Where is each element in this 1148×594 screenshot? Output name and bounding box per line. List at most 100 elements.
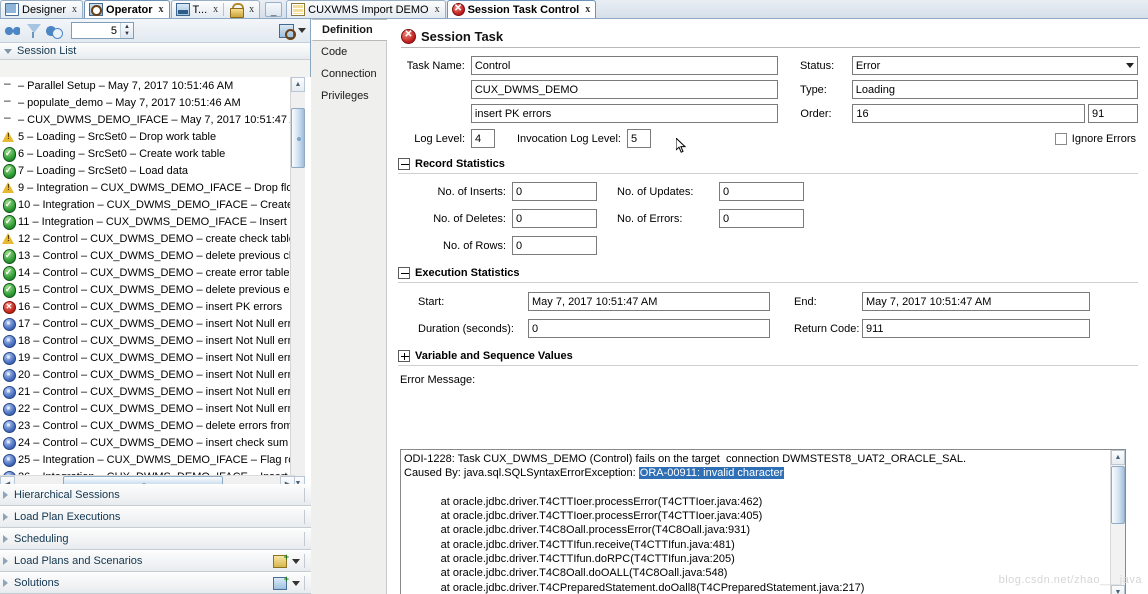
session-list-item[interactable]: 6 – Loading – SrcSet0 – Create work tabl… — [0, 145, 295, 162]
variable-sequence-header[interactable]: Variable and Sequence Values — [398, 350, 1148, 362]
accordion-load-plans-and-scenarios[interactable]: Load Plans and Scenarios — [0, 550, 311, 572]
errors-input[interactable] — [719, 209, 804, 228]
session-list-item[interactable]: 16 – Control – CUX_DWMS_DEMO – insert PK… — [0, 298, 295, 315]
expand-triangle-icon[interactable] — [3, 557, 8, 565]
scroll-down-icon[interactable]: ▼ — [1111, 585, 1125, 594]
expand-triangle-icon[interactable] — [3, 513, 8, 521]
session-list-item[interactable]: 23 – Control – CUX_DWMS_DEMO – delete er… — [0, 417, 295, 434]
minimize-button[interactable]: _ — [265, 2, 283, 17]
error-message-box[interactable]: ODI-1228: Task CUX_DWMS_DEMO (Control) f… — [400, 449, 1126, 594]
session-list-item[interactable]: 20 – Control – CUX_DWMS_DEMO – insert No… — [0, 366, 295, 383]
status-input[interactable] — [852, 59, 1122, 72]
stepper-arrows[interactable]: ▲ ▼ — [120, 23, 133, 38]
duration-input[interactable] — [528, 319, 770, 338]
session-list-item[interactable]: 17 – Control – CUX_DWMS_DEMO – insert No… — [0, 315, 295, 332]
inserts-input[interactable] — [512, 182, 597, 201]
auto-refresh-icon[interactable] — [46, 22, 64, 40]
refresh-interval-stepper[interactable]: ▲ ▼ — [71, 22, 134, 39]
stepper-down-icon[interactable]: ▼ — [121, 31, 133, 39]
accordion-solutions[interactable]: Solutions — [0, 572, 311, 594]
start-input[interactable] — [528, 292, 770, 311]
execution-statistics-header[interactable]: Execution Statistics — [398, 267, 1148, 279]
deletes-input[interactable] — [512, 209, 597, 228]
updates-input[interactable] — [719, 182, 804, 201]
session-list-item[interactable]: – CUX_DWMS_DEMO_IFACE – May 7, 2017 10:5… — [0, 110, 295, 128]
stepper-up-icon[interactable]: ▲ — [121, 23, 133, 31]
session-list-vscrollbar[interactable]: ▲ ▼ — [290, 77, 305, 491]
session-list-item[interactable]: – Parallel Setup – May 7, 2017 10:51:46 … — [0, 77, 295, 94]
collapse-box-icon[interactable] — [398, 158, 410, 170]
editor-tab-close-icon[interactable]: x — [435, 4, 440, 15]
vscroll-thumb[interactable] — [291, 108, 305, 168]
editor-tab-session-task-control[interactable]: Session Task Control x — [446, 0, 597, 18]
session-list-item[interactable]: 9 – Integration – CUX_DWMS_DEMO_IFACE – … — [0, 179, 295, 196]
tab-operator-close-icon[interactable]: x — [159, 4, 164, 15]
chevron-down-icon[interactable] — [1122, 57, 1137, 74]
session-list-item[interactable]: 10 – Integration – CUX_DWMS_DEMO_IFACE –… — [0, 196, 295, 213]
error-message-vscrollbar[interactable]: ▲ ▼ — [1110, 450, 1125, 594]
side-tab-privileges[interactable]: Privileges — [312, 85, 386, 107]
session-list-item[interactable]: 19 – Control – CUX_DWMS_DEMO – insert No… — [0, 349, 295, 366]
new-solution-icon[interactable] — [273, 574, 289, 590]
status-combobox[interactable] — [851, 56, 1138, 75]
expand-triangle-icon[interactable] — [3, 491, 8, 499]
session-list-item[interactable]: 11 – Integration – CUX_DWMS_DEMO_IFACE –… — [0, 213, 295, 230]
session-list-item[interactable]: 21 – Control – CUX_DWMS_DEMO – insert No… — [0, 383, 295, 400]
tab-designer[interactable]: Designer x — [0, 0, 84, 18]
session-list[interactable]: – Parallel Setup – May 7, 2017 10:51:46 … — [0, 77, 311, 491]
order-secondary-input[interactable] — [1088, 104, 1138, 123]
side-tab-code[interactable]: Code — [312, 41, 386, 63]
session-list-header[interactable]: Session List — [0, 43, 310, 60]
new-load-plan-icon[interactable] — [273, 552, 289, 568]
view-menu-icon[interactable] — [279, 23, 296, 40]
session-list-item[interactable]: 15 – Control – CUX_DWMS_DEMO – delete pr… — [0, 281, 295, 298]
tab-topology-close-icon[interactable]: x — [213, 4, 218, 15]
rows-input[interactable] — [512, 236, 597, 255]
editor-tab-cuxwms-import-demo[interactable]: CUXWMS Import DEMO x — [286, 0, 446, 18]
tab-topology[interactable]: T... x x — [170, 0, 261, 18]
ignore-errors-checkbox[interactable] — [1054, 132, 1067, 145]
accordion-scheduling[interactable]: Scheduling — [0, 528, 311, 550]
editor-tab-active-close-icon[interactable]: x — [585, 4, 590, 15]
session-list-item[interactable]: 7 – Loading – SrcSet0 – Load data — [0, 162, 295, 179]
task-name-line2-input[interactable] — [470, 80, 778, 99]
session-list-item[interactable]: 25 – Integration – CUX_DWMS_DEMO_IFACE –… — [0, 451, 295, 468]
return-code-input[interactable] — [862, 319, 1090, 338]
session-list-item[interactable]: 13 – Control – CUX_DWMS_DEMO – delete pr… — [0, 247, 295, 264]
expand-box-icon[interactable] — [398, 350, 410, 362]
ignore-errors-group[interactable]: Ignore Errors — [1054, 132, 1138, 145]
refresh-interval-input[interactable] — [72, 23, 120, 38]
session-list-item[interactable]: 18 – Control – CUX_DWMS_DEMO – insert No… — [0, 332, 295, 349]
type-input[interactable] — [851, 80, 1138, 99]
side-tab-definition[interactable]: Definition — [311, 19, 387, 41]
chevron-down-icon[interactable] — [292, 580, 300, 586]
scroll-up-icon[interactable]: ▲ — [291, 77, 305, 92]
session-list-item[interactable]: 12 – Control – CUX_DWMS_DEMO – create ch… — [0, 230, 295, 247]
collapse-box-icon[interactable] — [398, 267, 410, 279]
order-input[interactable] — [852, 104, 1085, 123]
collapse-triangle-icon[interactable] — [4, 48, 12, 54]
accordion-load-plan-executions[interactable]: Load Plan Executions — [0, 506, 311, 528]
tab-designer-close-icon[interactable]: x — [72, 4, 77, 15]
session-list-item[interactable]: – populate_demo – May 7, 2017 10:51:46 A… — [0, 93, 295, 111]
expand-triangle-icon[interactable] — [3, 579, 8, 587]
expand-triangle-icon[interactable] — [3, 535, 8, 543]
log-level-input[interactable] — [471, 129, 495, 148]
error-scroll-thumb[interactable] — [1111, 466, 1125, 524]
accordion-hierarchical-sessions[interactable]: Hierarchical Sessions — [0, 484, 311, 506]
session-list-item[interactable]: 5 – Loading – SrcSet0 – Drop work table — [0, 128, 295, 145]
session-list-item[interactable]: 24 – Control – CUX_DWMS_DEMO – insert ch… — [0, 434, 295, 451]
task-name-input[interactable] — [470, 56, 778, 75]
record-statistics-header[interactable]: Record Statistics — [398, 158, 1148, 170]
tab-operator[interactable]: Operator x — [84, 0, 170, 18]
invocation-log-level-input[interactable] — [626, 129, 651, 148]
end-input[interactable] — [862, 292, 1090, 311]
session-list-item[interactable]: 22 – Control – CUX_DWMS_DEMO – insert No… — [0, 400, 295, 417]
tab-security-close-icon[interactable]: x — [249, 4, 254, 15]
chevron-down-icon[interactable] — [298, 28, 306, 33]
filter-icon[interactable] — [25, 22, 43, 40]
task-name-line3-input[interactable] — [470, 104, 779, 123]
refresh-icon[interactable] — [4, 22, 22, 40]
session-list-item[interactable]: 14 – Control – CUX_DWMS_DEMO – create er… — [0, 264, 295, 281]
side-tab-connection[interactable]: Connection — [312, 63, 386, 85]
